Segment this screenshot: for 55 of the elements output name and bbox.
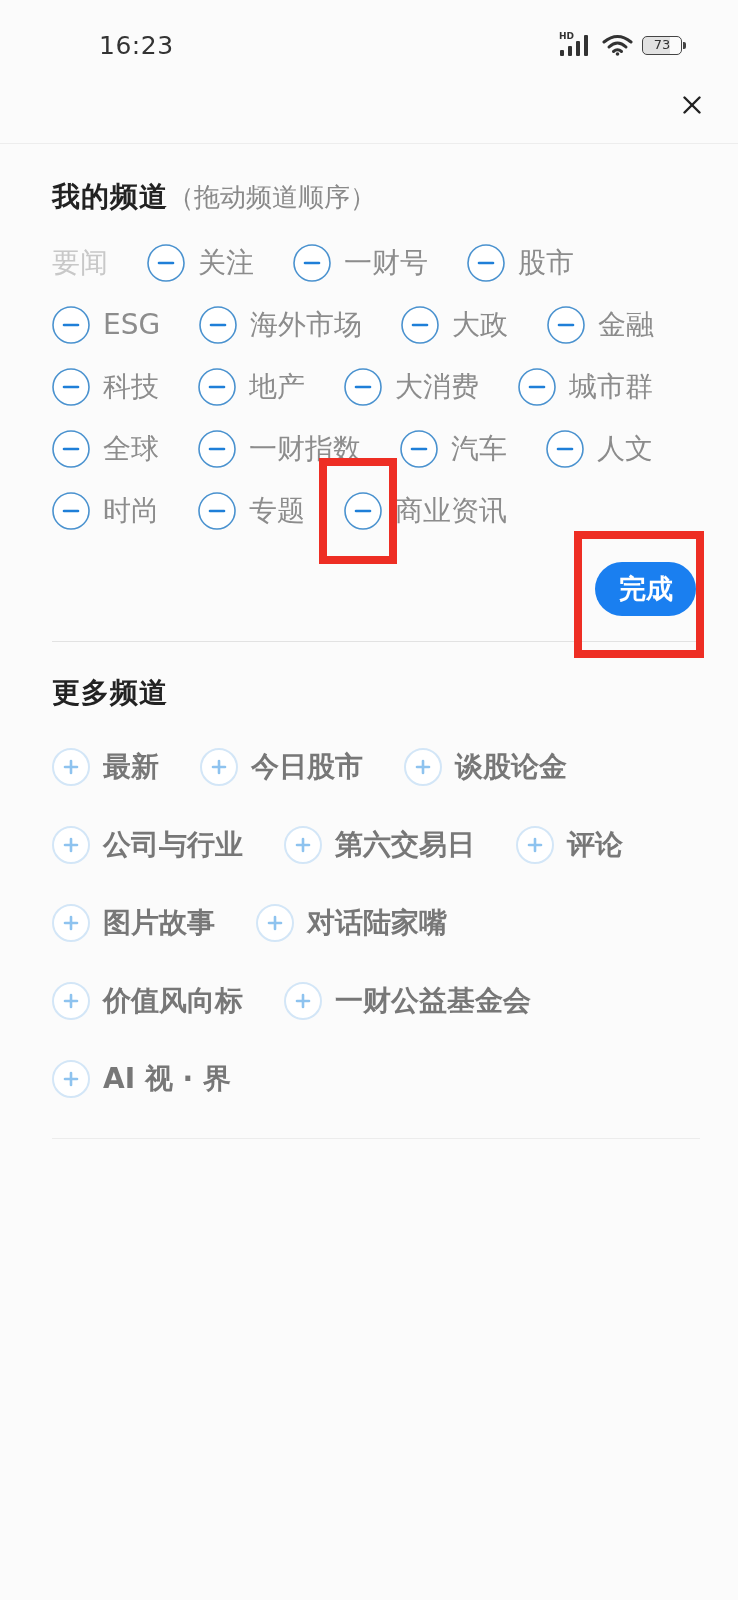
channel-label[interactable]: 大消费	[395, 368, 479, 406]
minus-circle-icon[interactable]	[344, 492, 382, 530]
network-type-label: HD	[559, 31, 574, 41]
minus-circle-icon[interactable]	[400, 430, 438, 468]
channel-label[interactable]: 一财号	[344, 244, 428, 282]
minus-circle-icon[interactable]	[52, 430, 90, 468]
channel-label[interactable]: 股市	[518, 244, 574, 282]
channel-label[interactable]: 公司与行业	[103, 826, 243, 864]
wifi-icon	[602, 34, 633, 56]
minus-circle-icon[interactable]	[467, 244, 505, 282]
channel-label[interactable]: 金融	[598, 306, 655, 344]
channel-label[interactable]: 谈股论金	[455, 748, 567, 786]
minus-circle-icon[interactable]	[198, 492, 236, 530]
minus-circle-icon[interactable]	[52, 492, 90, 530]
channel-label[interactable]: 大政	[452, 306, 509, 344]
status-time: 16:23	[99, 30, 174, 60]
minus-circle-icon[interactable]	[546, 430, 584, 468]
channel-label[interactable]: 地产	[249, 368, 305, 406]
done-button[interactable]: 完成	[595, 562, 696, 616]
battery-percent: 73	[653, 38, 671, 52]
minus-circle-icon[interactable]	[547, 306, 586, 344]
section-title: 我的频道	[52, 180, 168, 214]
channel-label[interactable]: ESG	[103, 306, 161, 344]
channel-label[interactable]: 评论	[567, 826, 623, 864]
channel-label[interactable]: AI 视 · 界	[103, 1060, 231, 1098]
minus-circle-icon[interactable]	[198, 430, 236, 468]
channel-label[interactable]: 第六交易日	[335, 826, 475, 864]
channel-label[interactable]: 最新	[103, 748, 159, 786]
channel-label[interactable]: 全球	[103, 430, 159, 468]
channel-label[interactable]: 人文	[597, 430, 653, 468]
channel-label[interactable]: 商业资讯	[395, 492, 507, 530]
channel-label[interactable]: 今日股市	[251, 748, 363, 786]
minus-circle-icon[interactable]	[52, 306, 90, 344]
channel-label[interactable]: 关注	[198, 244, 254, 282]
minus-circle-icon[interactable]	[344, 368, 382, 406]
minus-circle-icon[interactable]	[199, 306, 238, 344]
minus-circle-icon[interactable]	[518, 368, 556, 406]
channel-label[interactable]: 城市群	[569, 368, 653, 406]
minus-circle-icon[interactable]	[293, 244, 331, 282]
channel-label[interactable]: 科技	[103, 368, 159, 406]
channel-label[interactable]: 图片故事	[103, 904, 215, 942]
minus-circle-icon[interactable]	[147, 244, 185, 282]
channel-label[interactable]: 汽车	[451, 430, 507, 468]
channel-label[interactable]: 价值风向标	[103, 982, 243, 1020]
minus-circle-icon[interactable]	[52, 368, 90, 406]
channel-label[interactable]: 一财公益基金会	[335, 982, 531, 1020]
channel-label[interactable]: 对话陆家嘴	[307, 904, 447, 942]
minus-circle-icon[interactable]	[198, 368, 236, 406]
channel-label[interactable]: 专题	[249, 492, 305, 530]
minus-circle-icon[interactable]	[401, 306, 440, 344]
close-icon[interactable]	[683, 96, 701, 114]
section-title: 更多频道	[52, 676, 168, 710]
channel-label[interactable]: 时尚	[103, 492, 159, 530]
channel-label[interactable]: 海外市场	[250, 306, 363, 344]
section-hint: （拖动频道顺序）	[168, 181, 376, 214]
